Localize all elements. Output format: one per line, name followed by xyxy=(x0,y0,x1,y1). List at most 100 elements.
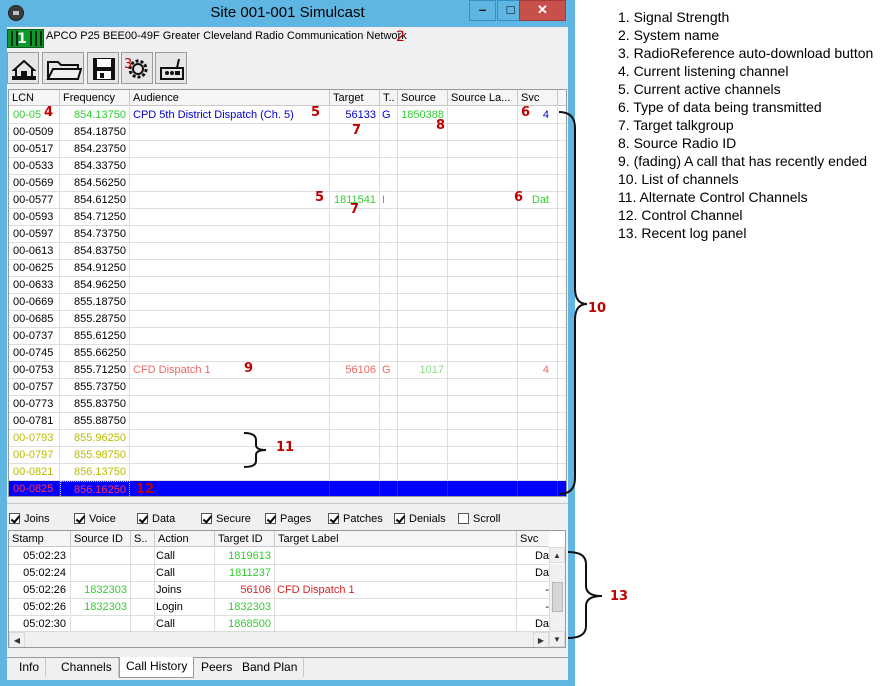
channel-row[interactable]: 00-0577 854.61250 1811541 I Dat xyxy=(9,192,566,209)
tab-channels[interactable]: Channels xyxy=(55,658,119,677)
column-header[interactable]: Svc xyxy=(518,90,558,106)
filter-scroll-checkbox[interactable]: Scroll xyxy=(458,512,501,526)
column-header[interactable]: Source xyxy=(398,90,448,106)
log-horizontal-scrollbar[interactable]: ◀ ▶ xyxy=(9,631,549,647)
tab-call-history[interactable]: Call History xyxy=(119,657,195,678)
checkbox-icon[interactable] xyxy=(458,513,469,524)
channel-source xyxy=(398,192,448,209)
channel-row[interactable]: 00-0685 855.28750 xyxy=(9,311,566,328)
log-row[interactable]: 05:02:26 1832303 Login 1832303- xyxy=(9,599,549,616)
checkbox-icon[interactable] xyxy=(201,513,212,524)
channel-row[interactable]: 00-0781 855.88750 xyxy=(9,413,566,430)
column-header[interactable]: Source ID xyxy=(71,531,131,547)
channel-source-label xyxy=(448,141,518,158)
tab-peers[interactable]: Peers xyxy=(195,658,240,677)
channel-row[interactable]: 00-0737 855.61250 xyxy=(9,328,566,345)
checkbox-icon[interactable] xyxy=(328,513,339,524)
column-header[interactable]: S.. xyxy=(131,531,155,547)
minimize-button[interactable]: – xyxy=(469,0,496,21)
filter-voice-checkbox[interactable]: Voice xyxy=(74,512,116,526)
column-header[interactable]: T.. xyxy=(380,90,398,106)
column-header[interactable]: Target ID xyxy=(215,531,275,547)
marker-6a: 6 xyxy=(521,105,531,120)
save-button[interactable] xyxy=(87,52,119,84)
channel-source-label xyxy=(448,124,518,141)
checkbox-icon[interactable] xyxy=(137,513,148,524)
checkbox-icon[interactable] xyxy=(9,513,20,524)
channel-row[interactable]: 00-0613 854.83750 xyxy=(9,243,566,260)
home-button[interactable] xyxy=(7,52,39,84)
channel-lcn: 00-0625 xyxy=(9,260,60,277)
column-header[interactable]: Svc xyxy=(517,531,549,547)
column-header[interactable]: Source La... xyxy=(448,90,518,106)
channel-row[interactable]: 00-0773 855.83750 xyxy=(9,396,566,413)
channel-row[interactable]: 00-0517 854.23750 xyxy=(9,141,566,158)
column-header[interactable]: Stamp xyxy=(9,531,71,547)
log-row[interactable]: 05:02:23 Call 1819613 Da xyxy=(9,548,549,565)
channel-type xyxy=(380,430,398,447)
filter-secure-checkbox[interactable]: Secure xyxy=(201,512,251,526)
scroll-right-arrow[interactable]: ▶ xyxy=(533,632,549,647)
filter-pages-checkbox[interactable]: Pages xyxy=(265,512,311,526)
channel-row[interactable]: 00-0509 854.18750 xyxy=(9,124,566,141)
channel-audience xyxy=(130,311,330,328)
channel-type xyxy=(380,379,398,396)
channel-source xyxy=(398,277,448,294)
channel-row[interactable]: 00-05 854.13750 CPD 5th District Dispatch … xyxy=(9,107,566,124)
channel-source-label xyxy=(448,413,518,430)
log-action: Call xyxy=(155,565,215,582)
column-header[interactable]: Action xyxy=(155,531,215,547)
channel-row[interactable]: 00-0633 854.96250 xyxy=(9,277,566,294)
open-button[interactable] xyxy=(42,52,84,84)
scroll-left-arrow[interactable]: ◀ xyxy=(9,632,25,647)
column-header[interactable]: Audience xyxy=(130,90,330,106)
panel-splitter[interactable] xyxy=(7,498,568,504)
filter-data-checkbox[interactable]: Data xyxy=(137,512,175,526)
channel-audience xyxy=(130,141,330,158)
marker-2: 2 xyxy=(396,29,405,45)
channel-row[interactable]: 00-0625 854.91250 xyxy=(9,260,566,277)
channel-row[interactable]: 00-0597 854.73750 xyxy=(9,226,566,243)
checkbox-icon[interactable] xyxy=(74,513,85,524)
log-s xyxy=(131,599,155,616)
tab-info[interactable]: Info xyxy=(13,658,47,677)
channel-row[interactable]: 00-0569 854.56250 xyxy=(9,175,566,192)
channel-service xyxy=(518,226,558,243)
column-header[interactable]: Frequency xyxy=(60,90,130,106)
channel-row[interactable]: 00-0669 855.18750 xyxy=(9,294,566,311)
channel-row[interactable]: 00-0593 854.71250 xyxy=(9,209,566,226)
channel-row[interactable]: 00-0821 856.13750 xyxy=(9,464,566,481)
control-channel-row[interactable]: 00-0825 856.16250 xyxy=(9,481,566,496)
channel-type xyxy=(380,226,398,243)
close-button[interactable]: ✕ xyxy=(519,0,566,21)
channel-row[interactable]: 00-0533 854.33750 xyxy=(9,158,566,175)
filter-patches-checkbox[interactable]: Patches xyxy=(328,512,383,526)
channel-audience xyxy=(130,124,330,141)
channel-frequency: 855.98750 xyxy=(60,447,130,464)
channel-source-label xyxy=(448,175,518,192)
channel-target xyxy=(330,379,380,396)
column-header[interactable]: Target Label xyxy=(275,531,517,547)
filter-denials-checkbox[interactable]: Denials xyxy=(394,512,446,526)
channel-frequency: 854.61250 xyxy=(60,192,130,209)
recent-log-panel[interactable]: Stamp Source ID S.. Action Target ID Tar… xyxy=(8,530,566,648)
channel-target: 56106 xyxy=(330,362,380,379)
channel-lcn: 00-0533 xyxy=(9,158,60,175)
log-row[interactable]: 05:02:26 1832303 Joins 56106 CFD Dispatch 1 - xyxy=(9,582,549,599)
title-bar[interactable]: Site 001-001 Simulcast – □ ✕ xyxy=(0,0,575,27)
channel-audience: CFD Dispatch 1 xyxy=(130,362,330,379)
column-header[interactable]: LCN xyxy=(9,90,60,106)
channel-row[interactable]: 00-0753 855.71250 CFD Dispatch 1 56106 G 1017… xyxy=(9,362,566,379)
channel-audience xyxy=(130,243,330,260)
checkbox-icon[interactable] xyxy=(394,513,405,524)
checkbox-icon[interactable] xyxy=(265,513,276,524)
channel-row[interactable]: 00-0757 855.73750 xyxy=(9,379,566,396)
radio-button[interactable] xyxy=(155,52,187,84)
tab-band-plan[interactable]: Band Plan xyxy=(236,658,305,677)
filter-joins-checkbox[interactable]: Joins xyxy=(9,512,50,526)
column-header[interactable]: Target xyxy=(330,90,380,106)
channel-row[interactable]: 00-0745 855.66250 xyxy=(9,345,566,362)
channel-list[interactable]: LCN Frequency Audience Target T.. Source… xyxy=(8,89,567,497)
log-row[interactable]: 05:02:24 Call 1811237 Da xyxy=(9,565,549,582)
channel-type xyxy=(380,481,398,496)
